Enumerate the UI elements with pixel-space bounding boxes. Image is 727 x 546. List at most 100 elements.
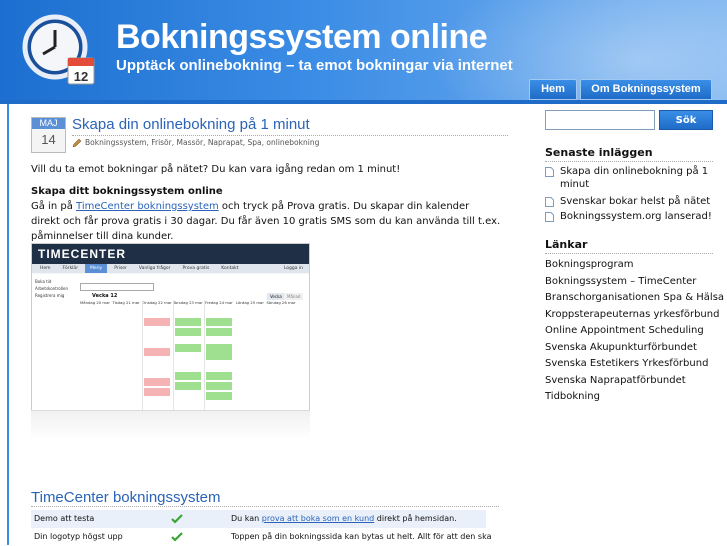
- feature-name: Din logotyp högst upp: [34, 532, 123, 541]
- screenshot-side-item: Registrera mig: [35, 293, 65, 298]
- sidebar-link[interactable]: Tidbokning: [545, 391, 600, 402]
- links-rule: [545, 253, 713, 254]
- logo-day: 12: [74, 69, 88, 84]
- screenshot-day: Lördag 25 mar: [236, 300, 264, 305]
- post-body: Gå in på TimeCenter bokningssystem och t…: [31, 199, 501, 244]
- sidebar-link[interactable]: Svenska Naprapatförbundet: [545, 375, 686, 386]
- screenshot-tab: Vanliga frågor: [138, 266, 171, 271]
- feature-name: Demo att testa: [34, 514, 95, 523]
- screenshot-body: Boka tid Arbetskontrollen Registrera mig…: [32, 274, 309, 410]
- recent-post-label[interactable]: Svenskar bokar helst på nätet: [560, 195, 710, 208]
- screenshot-login: Logga in: [283, 266, 303, 271]
- recent-posts-rule: [545, 161, 713, 162]
- sidebar-link[interactable]: Bokningssystem – TimeCenter: [545, 276, 696, 287]
- timecenter-screenshot: TIMECENTER Hem Förklär Meny Priser Vanli…: [31, 243, 310, 411]
- section-title: TimeCenter bokningssystem: [31, 489, 221, 506]
- pencil-icon: [72, 138, 82, 147]
- feature-desc-pre: Du kan: [231, 514, 262, 523]
- screenshot-tab: Prova gratis: [182, 266, 210, 271]
- search-input[interactable]: [545, 110, 655, 130]
- page-left-border: [7, 104, 9, 545]
- sidebar-link[interactable]: Svenska Estetikers Yrkesförbund: [545, 358, 708, 369]
- demo-link[interactable]: prova att boka som en kund: [262, 514, 374, 523]
- screenshot-calendar: Måndag 20 mar Tisdag 21 mar Onsdag 22 ma…: [80, 300, 297, 410]
- screenshot-dropdown: [80, 283, 154, 291]
- screenshot-slot-free: [175, 382, 201, 390]
- screenshot-tab-active: Meny: [85, 264, 108, 273]
- screenshot-brand: TIMECENTER: [38, 247, 126, 261]
- clock-calendar-logo-icon[interactable]: 12: [22, 14, 100, 88]
- screenshot-slot-free: [175, 318, 201, 326]
- checkmark-icon: [171, 514, 183, 524]
- document-icon: [545, 212, 554, 222]
- table-row: Demo att testa Du kan prova att boka som…: [31, 510, 486, 528]
- screenshot-slot-booked: [144, 388, 170, 396]
- timecenter-link[interactable]: TimeCenter bokningssystem: [76, 201, 219, 212]
- feature-desc: Toppen på din bokningssida kan bytas ut …: [231, 532, 492, 541]
- checkmark-icon: [171, 532, 183, 542]
- screenshot-sidebar: Boka tid Arbetskontrollen Registrera mig: [35, 278, 68, 338]
- feature-desc: Du kan prova att boka som en kund direkt…: [231, 510, 457, 528]
- screenshot-slot-booked: [144, 378, 170, 386]
- screenshot-day: Söndag 26 mar: [266, 300, 296, 305]
- sidebar-link[interactable]: Online Appointment Scheduling: [545, 325, 704, 336]
- document-icon: [545, 197, 554, 207]
- nav-about[interactable]: Om Bokningssystem: [580, 79, 712, 100]
- screenshot-topbar: TIMECENTER: [32, 244, 309, 264]
- screenshot-slot-free: [206, 392, 232, 400]
- screenshot-view-month: Månad: [284, 293, 304, 300]
- screenshot-slot-free: [206, 382, 232, 390]
- screenshot-tab: Priser: [114, 266, 127, 271]
- post-title-rule: [72, 135, 508, 137]
- screenshot-slot-free: [175, 344, 201, 352]
- post-categories[interactable]: Bokningssystem, Frisör, Massör, Naprapat…: [85, 138, 319, 147]
- table-row: Din logotyp högst upp Toppen på din bokn…: [31, 528, 491, 546]
- screenshot-slot-free: [206, 372, 232, 380]
- screenshot-side-item: Boka tid: [35, 279, 52, 284]
- header-divider: [0, 100, 727, 104]
- screenshot-view-week: Vecka: [267, 293, 285, 300]
- section-title-rule: [31, 506, 499, 507]
- screenshot-day: Tisdag 21 mar: [112, 300, 140, 305]
- screenshot-slot-free: [206, 352, 232, 360]
- screenshot-slot-free: [206, 328, 232, 336]
- screenshot-slot-booked: [144, 348, 170, 356]
- screenshot-reflection: [31, 410, 310, 440]
- recent-posts-heading: Senaste inläggen: [545, 146, 653, 159]
- search-button[interactable]: Sök: [659, 110, 713, 130]
- recent-post-item[interactable]: Skapa din onlinebokning på 1 minut: [545, 165, 713, 193]
- recent-post-item[interactable]: Bokningssystem.org lanserad!: [545, 210, 713, 224]
- screenshot-column: [173, 300, 204, 410]
- post-subheading: Skapa ditt bokningssystem online: [31, 186, 223, 197]
- screenshot-slot-booked: [144, 318, 170, 326]
- feature-desc-post: direkt på hemsidan.: [374, 514, 457, 523]
- recent-post-label[interactable]: Bokningssystem.org lanserad!: [560, 210, 712, 223]
- screenshot-slot-free: [206, 318, 232, 326]
- post-title[interactable]: Skapa din onlinebokning på 1 minut: [72, 116, 310, 133]
- screenshot-tab: Kontakt: [221, 266, 239, 271]
- screenshot-slot-free: [175, 328, 201, 336]
- post-intro: Vill du ta emot bokningar på nätet? Du k…: [31, 164, 401, 175]
- nav-home[interactable]: Hem: [529, 79, 577, 100]
- site-tagline: Upptäck onlinebokning – ta emot bokninga…: [116, 57, 513, 74]
- sidebar-link[interactable]: Bokningsprogram: [545, 259, 633, 270]
- screenshot-tab: Hem: [40, 266, 51, 271]
- document-icon: [545, 167, 554, 177]
- screenshot-slot-free: [175, 372, 201, 380]
- post-date-day: 14: [41, 132, 56, 147]
- screenshot-tabs: Hem Förklär Meny Priser Vanliga frågor P…: [32, 264, 309, 273]
- sidebar-link[interactable]: Branschorganisationen Spa & Hälsa: [545, 292, 724, 303]
- recent-post-item[interactable]: Svenskar bokar helst på nätet: [545, 195, 713, 209]
- post-date-month: MAJ: [32, 118, 65, 129]
- post-meta: Bokningssystem, Frisör, Massör, Naprapat…: [72, 138, 319, 148]
- site-title[interactable]: Bokningssystem online: [116, 18, 488, 57]
- links-heading: Länkar: [545, 238, 588, 251]
- recent-post-label[interactable]: Skapa din onlinebokning på 1 minut: [560, 165, 713, 191]
- screenshot-side-item: Arbetskontrollen: [35, 286, 68, 291]
- sidebar-link[interactable]: Kroppsterapeuternas yrkesförbund: [545, 309, 719, 320]
- screenshot-day: Måndag 20 mar: [80, 300, 110, 305]
- screenshot-slot-free: [206, 344, 232, 352]
- sidebar-link[interactable]: Svenska Akupunkturförbundet: [545, 342, 697, 353]
- screenshot-week-label: Vecka 12: [92, 293, 118, 299]
- post-body-pre: Gå in på: [31, 201, 77, 212]
